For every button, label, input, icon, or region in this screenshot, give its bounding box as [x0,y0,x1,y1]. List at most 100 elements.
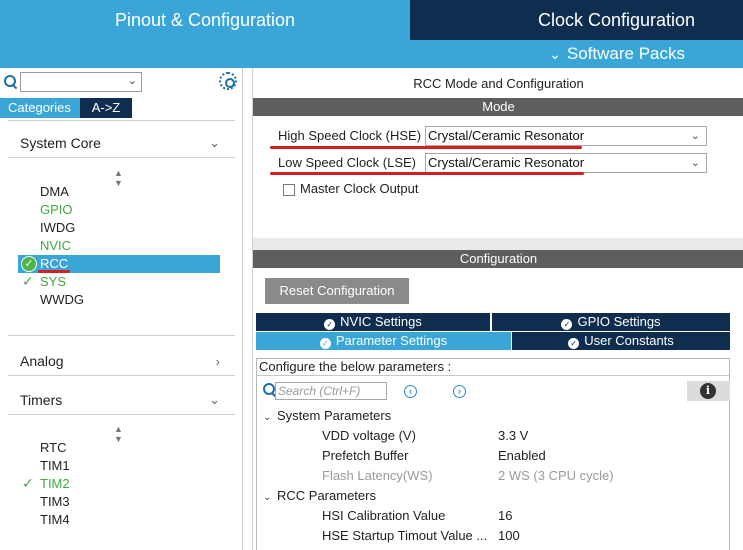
hse-select[interactable]: Crystal/Ceramic Resonator ⌄ [425,126,707,146]
chevron-right-icon: › [215,353,220,369]
tab-a-to-z[interactable]: A->Z [80,98,132,118]
rcc-mode-panel: RCC Mode and Configuration Mode High Spe… [252,68,743,550]
lse-select[interactable]: Crystal/Ceramic Resonator ⌄ [425,153,707,173]
divider [8,335,235,336]
master-clock-output-label: Master Clock Output [300,181,419,196]
list-item-nvic[interactable]: NVIC [40,237,71,255]
list-item-tim4[interactable]: TIM4 [40,511,70,529]
info-button[interactable]: i [687,381,730,401]
list-item-gpio[interactable]: GPIO [40,201,73,219]
check-circle-icon: ✓ [21,256,37,272]
section-analog[interactable]: Analog › [20,353,220,369]
chevron-down-icon: ⌄ [263,492,272,503]
table-row: Flash Latency(WS) 2 WS (3 CPU cycle) [322,467,722,485]
info-icon: i [700,383,716,399]
divider [8,414,235,415]
configuration-header: Configuration [253,250,743,268]
check-circle-icon: ✓ [319,338,331,349]
check-icon: ✓ [22,475,34,491]
table-row[interactable]: VDD voltage (V) 3.3 V [322,427,722,445]
software-packs-label: Software Packs [566,44,685,63]
list-item-rtc[interactable]: RTC [40,439,66,457]
parameter-list: Configure the below parameters : Search … [256,358,730,550]
panel-divider[interactable] [253,238,743,250]
param-value: 3.3 V [498,428,529,443]
list-item-tim2[interactable]: TIM2 [40,475,70,493]
list-item-tim1[interactable]: TIM1 [40,457,70,475]
param-name: Prefetch Buffer [322,448,409,463]
lse-select-value: Crystal/Ceramic Resonator [428,155,585,170]
list-item-sys[interactable]: SYS [40,273,66,291]
master-clock-output-checkbox[interactable] [283,184,295,196]
parameter-caption: Configure the below parameters : [257,359,729,376]
param-value: 2 WS (3 CPU cycle) [498,468,614,483]
section-timers[interactable]: Timers ⌄ [20,392,220,408]
group-system-parameters[interactable]: ⌄ System Parameters [263,407,391,425]
param-search-input[interactable]: Search (Ctrl+F) [275,382,387,400]
section-system-core[interactable]: System Core ⌄ [20,135,220,151]
chevron-down-icon: ⌄ [127,75,137,87]
tab-label: GPIO Settings [577,314,661,329]
sort-icon[interactable]: ▲ ▼ [114,168,123,188]
param-name: HSI Calibration Value [322,508,446,523]
chevron-down-icon: ⌄ [549,45,561,62]
chevron-down-icon: ⌄ [690,130,700,142]
software-packs-menu[interactable]: ⌄ Software Packs [549,44,685,64]
tab-user-constants[interactable]: ✓ User Constants [512,332,730,350]
lse-label: Low Speed Clock (LSE) [278,155,417,170]
param-value: Enabled [498,448,546,463]
next-icon[interactable]: › [453,385,466,398]
category-tabs: Categories A->Z [0,98,243,118]
gear-icon[interactable] [219,72,237,90]
chevron-down-icon: ⌄ [263,412,272,423]
hse-label: High Speed Clock (HSE) [278,128,422,143]
chevron-down-icon: ⌄ [209,135,220,150]
tab-nvic-settings[interactable]: ✓ NVIC Settings [256,313,490,331]
sort-icon[interactable]: ▲ ▼ [114,424,123,444]
list-item-wwdg[interactable]: WWDG [40,291,84,309]
tab-parameter-settings[interactable]: ✓ Parameter Settings [256,332,511,350]
search-icon [4,75,18,89]
param-value: 16 [498,508,513,523]
tab-pinout-configuration[interactable]: Pinout & Configuration [0,0,410,40]
panel-title: RCC Mode and Configuration [413,76,584,91]
list-item-iwdg[interactable]: IWDG [40,219,75,237]
section-label: System Core [20,135,101,151]
tab-gpio-settings[interactable]: ✓ GPIO Settings [492,313,730,331]
check-icon: ✓ [22,273,34,289]
table-row[interactable]: Prefetch Buffer Enabled [322,447,722,465]
tab-label: NVIC Settings [340,314,422,329]
group-label: RCC Parameters [277,488,376,503]
list-item-dma[interactable]: DMA [40,183,69,201]
param-value: 100 [498,528,520,543]
tab-label: User Constants [584,333,674,348]
check-circle-icon: ✓ [568,338,580,349]
tab-categories[interactable]: Categories [0,98,80,118]
table-row[interactable]: HSE Startup Timout Value ... 100 [322,527,722,545]
reset-configuration-button[interactable]: Reset Configuration [265,278,409,304]
tab-clock-configuration[interactable]: Clock Configuration [410,0,743,40]
group-label: System Parameters [277,408,392,423]
tab-label: Parameter Settings [335,333,448,348]
param-name: VDD voltage (V) [322,428,416,443]
divider [8,157,235,158]
section-label: Analog [20,353,64,369]
param-name: HSE Startup Timout Value ... [322,528,488,543]
chevron-down-icon: ⌄ [209,392,220,407]
section-label: Timers [20,392,63,408]
category-panel: ⌄ Categories A->Z System Core ⌄ ▲ ▼ DMA G… [0,68,243,550]
table-row[interactable]: HSI Calibration Value 16 [322,507,722,525]
hse-select-value: Crystal/Ceramic Resonator [428,128,585,143]
mode-header: Mode [253,98,743,116]
previous-icon[interactable]: ‹ [404,385,417,398]
list-item-tim3[interactable]: TIM3 [40,493,70,511]
divider [8,375,235,376]
search-combo[interactable]: ⌄ [20,72,142,92]
search-row [4,72,18,92]
check-circle-icon: ✓ [324,319,336,330]
check-circle-icon: ✓ [561,319,573,330]
group-rcc-parameters[interactable]: ⌄ RCC Parameters [263,487,376,505]
divider [8,120,235,121]
red-annotation-underline [270,146,582,149]
red-annotation-underline [270,172,584,175]
